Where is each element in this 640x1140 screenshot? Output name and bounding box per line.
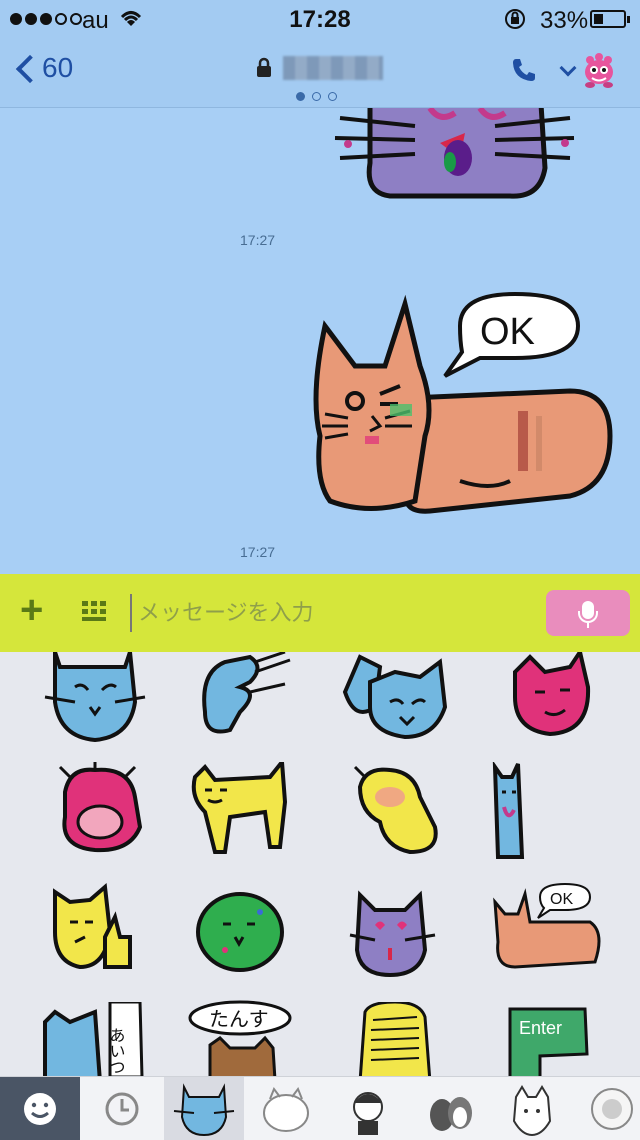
page-dot bbox=[328, 92, 337, 101]
sticker-brown-cat-tansu[interactable]: たんす bbox=[185, 1000, 295, 1076]
keyboard-icon[interactable] bbox=[82, 601, 106, 621]
sticker-purple-cat-hearts[interactable] bbox=[345, 890, 455, 990]
sticker-enter-text: Enter bbox=[519, 1018, 562, 1038]
recent-tab[interactable] bbox=[82, 1077, 162, 1140]
sticker-blue-cat-face[interactable] bbox=[40, 652, 150, 752]
microphone-button[interactable] bbox=[546, 590, 630, 636]
phone-call-button[interactable] bbox=[510, 56, 538, 91]
sticker-set-food-tab[interactable] bbox=[574, 1077, 640, 1140]
sticker-pink-cat-face[interactable] bbox=[500, 652, 610, 752]
sticker-blue-paw-wave[interactable] bbox=[195, 652, 305, 752]
chat-area[interactable]: 17:27 OK 17:27 bbox=[0, 108, 640, 574]
battery-percentage: 33% bbox=[540, 7, 589, 34]
rotation-lock-icon bbox=[503, 7, 527, 37]
sticker-orange-cat-ok[interactable]: OK bbox=[490, 882, 601, 982]
message-timestamp: 17:27 bbox=[240, 544, 276, 560]
chat-header: 60 bbox=[0, 40, 640, 108]
plus-icon[interactable]: + bbox=[20, 590, 43, 630]
mascot-avatar-icon[interactable] bbox=[580, 52, 618, 88]
sticker-yellow-cat-thumbs-up[interactable] bbox=[50, 882, 160, 982]
sticker-tab-bar bbox=[0, 1076, 640, 1140]
sticker-green-ball-face[interactable] bbox=[195, 892, 305, 992]
sticker-picker: OK あいつ たんす Enter bbox=[0, 652, 640, 1076]
back-button[interactable]: 60 bbox=[15, 52, 74, 84]
sticker-yellow-cat-standing[interactable] bbox=[190, 756, 300, 862]
sticker-blue-cat-tall[interactable] bbox=[490, 760, 600, 862]
orange-cat-ok-sticker[interactable]: OK bbox=[310, 286, 620, 541]
chevron-down-icon[interactable] bbox=[559, 59, 577, 77]
emoji-tab[interactable] bbox=[0, 1077, 80, 1140]
sticker-ok-text: OK bbox=[550, 891, 573, 908]
battery-icon bbox=[590, 10, 630, 28]
sticker-yellow-note[interactable] bbox=[355, 1000, 465, 1076]
sticker-set-husky-tab[interactable] bbox=[492, 1077, 572, 1140]
sticker-pink-paw[interactable] bbox=[50, 758, 160, 862]
unread-count: 60 bbox=[42, 52, 74, 83]
sticker-blue-cat-paw[interactable] bbox=[340, 652, 450, 752]
contact-name-blurred bbox=[283, 56, 383, 80]
page-dot bbox=[312, 92, 321, 101]
purple-cat-sticker[interactable] bbox=[330, 108, 580, 223]
page-indicator bbox=[296, 92, 337, 101]
sticker-set-penguin-tab[interactable] bbox=[410, 1077, 490, 1140]
sticker-blue-cat-aitsu[interactable]: あいつ bbox=[40, 1000, 150, 1076]
sticker-tansu-text: たんす bbox=[209, 1007, 269, 1031]
ok-speech-text: OK bbox=[480, 311, 535, 353]
sticker-yellow-paw[interactable] bbox=[350, 762, 460, 862]
status-bar: au 17:28 33% bbox=[0, 0, 640, 40]
page-dot bbox=[296, 92, 305, 101]
sticker-set-blue-cat-tab[interactable] bbox=[164, 1077, 244, 1140]
sticker-set-white-cat-tab[interactable] bbox=[246, 1077, 326, 1140]
message-timestamp: 17:27 bbox=[240, 232, 276, 248]
sticker-set-character-tab[interactable] bbox=[328, 1077, 408, 1140]
sticker-enter-key[interactable]: Enter bbox=[505, 1004, 615, 1076]
chevron-left-icon bbox=[15, 54, 45, 84]
message-input-bar: + bbox=[0, 574, 640, 652]
lock-icon bbox=[255, 57, 273, 85]
sticker-aitsu-text: あいつ bbox=[107, 1027, 126, 1075]
message-input[interactable] bbox=[130, 594, 530, 632]
